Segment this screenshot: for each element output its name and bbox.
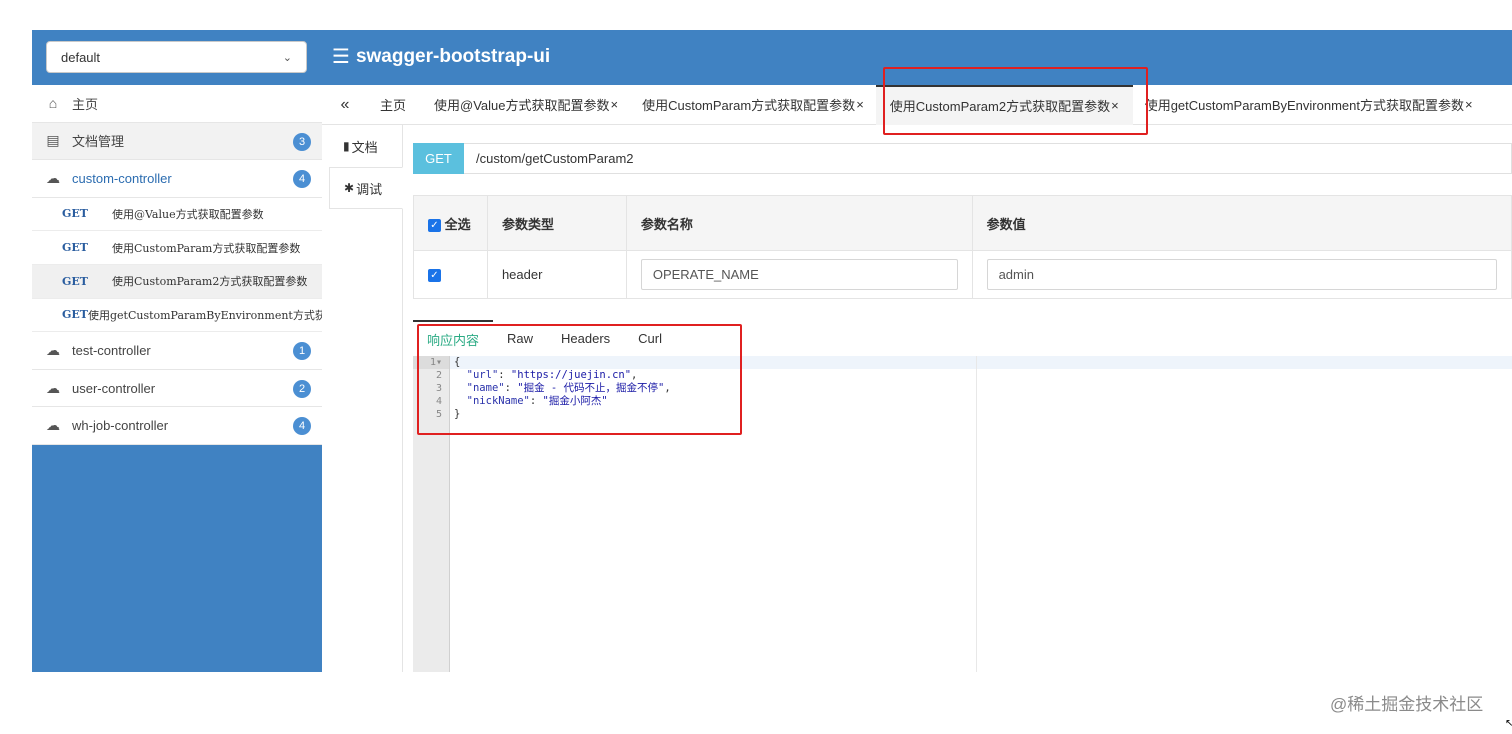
group-select[interactable]: default ⌄ [46, 41, 307, 73]
api-method: GET [62, 207, 88, 221]
tab-custom-param[interactable]: 使用CustomParam方式获取配置参数 × [630, 85, 876, 125]
sidebar-item-test-controller[interactable]: ☁ test-controller 1 [32, 332, 322, 370]
chevron-down-icon: ⌄ [282, 51, 292, 64]
subtab-debug[interactable]: ✱ 调试 [329, 167, 403, 209]
tab-environment[interactable]: 使用getCustomParamByEnvironment方式获取配置参数 × [1133, 85, 1485, 125]
sidebar-list: ⌂ 主页 ▤ 文档管理 3 ☁ custom-controller 4 GET … [32, 85, 322, 445]
bug-icon: ✱ [344, 181, 355, 195]
tab-label: 使用@Value方式获取配置参数 [434, 98, 610, 113]
params-table: ✓ 全选 参数类型 参数名称 参数值 ✓ header OPERATE_NAME… [413, 195, 1512, 299]
tab-label: 使用CustomParam方式获取配置参数 [642, 98, 856, 113]
subtab-label: 文档 [351, 139, 378, 155]
param-name-input[interactable]: OPERATE_NAME [640, 259, 958, 290]
api-method: GET [62, 241, 88, 255]
tab-label: 使用getCustomParamByEnvironment方式获取配置参数 [1144, 98, 1464, 113]
sidebar-item-label: test-controller [72, 343, 151, 358]
mouse-cursor-icon: ↖ [1505, 718, 1512, 729]
home-icon: ⌂ [48, 95, 58, 112]
tab-value[interactable]: 使用@Value方式获取配置参数 × [422, 85, 630, 125]
count-badge: 1 [293, 342, 311, 361]
api-item[interactable]: GET 使用getCustomParamByEnvironment方式获取 [32, 299, 322, 333]
request-url[interactable]: /custom/getCustomParam2 [464, 151, 634, 166]
print-margin [976, 356, 977, 672]
highlight-box-tab [883, 67, 1148, 135]
param-value-cell: admin [971, 250, 1512, 299]
count-badge: 3 [293, 132, 311, 151]
close-icon[interactable]: × [856, 97, 864, 112]
select-all-label: 全选 [444, 216, 471, 232]
row-select-cell[interactable]: ✓ [413, 250, 488, 299]
api-method: GET [62, 274, 88, 288]
params-header-row: ✓ 全选 参数类型 参数名称 参数值 [413, 195, 1512, 251]
api-item[interactable]: GET 使用@Value方式获取配置参数 [32, 198, 322, 232]
sidebar-item-label: wh-job-controller [72, 418, 169, 433]
sidebar-item-wh-job-controller[interactable]: ☁ wh-job-controller 4 [32, 407, 322, 445]
sidebar-item-user-controller[interactable]: ☁ user-controller 2 [32, 370, 322, 408]
sidebar-item-home[interactable]: ⌂ 主页 [32, 85, 322, 123]
close-icon[interactable]: × [1465, 97, 1473, 112]
table-row: ✓ header OPERATE_NAME admin [413, 250, 1512, 299]
param-name-cell: OPERATE_NAME [625, 250, 973, 299]
highlight-box-response [417, 324, 742, 435]
cloud-icon: ☁ [46, 342, 60, 358]
subtab-label: 调试 [356, 181, 383, 197]
api-label: 使用@Value方式获取配置参数 [112, 207, 264, 221]
count-badge: 4 [293, 170, 311, 188]
count-badge: 2 [293, 379, 311, 398]
param-value-input[interactable]: admin [986, 259, 1497, 290]
doc-debug-nav: ▮ 文档 ✱ 调试 [329, 125, 403, 672]
menu-toggle-icon[interactable]: ☰ [332, 44, 350, 69]
select-all-checkbox[interactable]: ✓ [428, 218, 441, 232]
col-header-name: 参数名称 [625, 195, 973, 251]
sidebar-item-label: 主页 [72, 96, 99, 112]
cloud-icon: ☁ [46, 169, 60, 186]
api-item-selected[interactable]: GET 使用CustomParam2方式获取配置参数 [32, 264, 322, 299]
api-label: 使用CustomParam方式获取配置参数 [112, 241, 301, 255]
param-type: header [486, 250, 627, 299]
watermark: @稀土掘金技术社区 [1330, 695, 1484, 714]
cloud-icon: ☁ [46, 417, 60, 433]
document-settings-icon: ▤ [46, 132, 60, 149]
brand: ☰ swagger-bootstrap-ui [332, 44, 550, 69]
api-label: 使用getCustomParamByEnvironment方式获取 [87, 308, 322, 322]
sidebar: ⌂ 主页 ▤ 文档管理 3 ☁ custom-controller 4 GET … [32, 85, 322, 672]
collapse-tabs-icon[interactable]: « [322, 96, 368, 114]
col-header-type: 参数类型 [486, 195, 627, 251]
col-header-value: 参数值 [971, 195, 1512, 251]
sidebar-item-label: user-controller [72, 380, 156, 396]
api-item[interactable]: GET 使用CustomParam方式获取配置参数 [32, 231, 322, 265]
close-icon[interactable]: × [611, 97, 619, 112]
sidebar-item-label: custom-controller [72, 170, 172, 186]
top-header: default ⌄ ☰ swagger-bootstrap-ui [32, 30, 1512, 85]
subtab-doc[interactable]: ▮ 文档 [329, 125, 402, 167]
method-badge: GET [413, 142, 464, 174]
tab-home[interactable]: 主页 [368, 85, 422, 125]
count-badge: 4 [293, 417, 311, 436]
brand-title: swagger-bootstrap-ui [355, 45, 551, 67]
api-label: 使用CustomParam2方式获取配置参数 [112, 275, 308, 289]
sidebar-item-custom-controller[interactable]: ☁ custom-controller 4 [32, 160, 322, 198]
select-all-cell[interactable]: ✓ 全选 [413, 195, 488, 251]
file-icon: ▮ [343, 139, 350, 153]
request-url-bar: GET /custom/getCustomParam2 [413, 142, 1512, 174]
sidebar-item-label: 文档管理 [72, 134, 125, 150]
cloud-icon: ☁ [46, 379, 60, 396]
group-select-value: default [61, 49, 101, 65]
api-method: GET [62, 308, 88, 322]
tab-label: 主页 [380, 98, 407, 113]
row-checkbox[interactable]: ✓ [428, 269, 441, 283]
sidebar-item-doc-manage[interactable]: ▤ 文档管理 3 [32, 122, 322, 160]
